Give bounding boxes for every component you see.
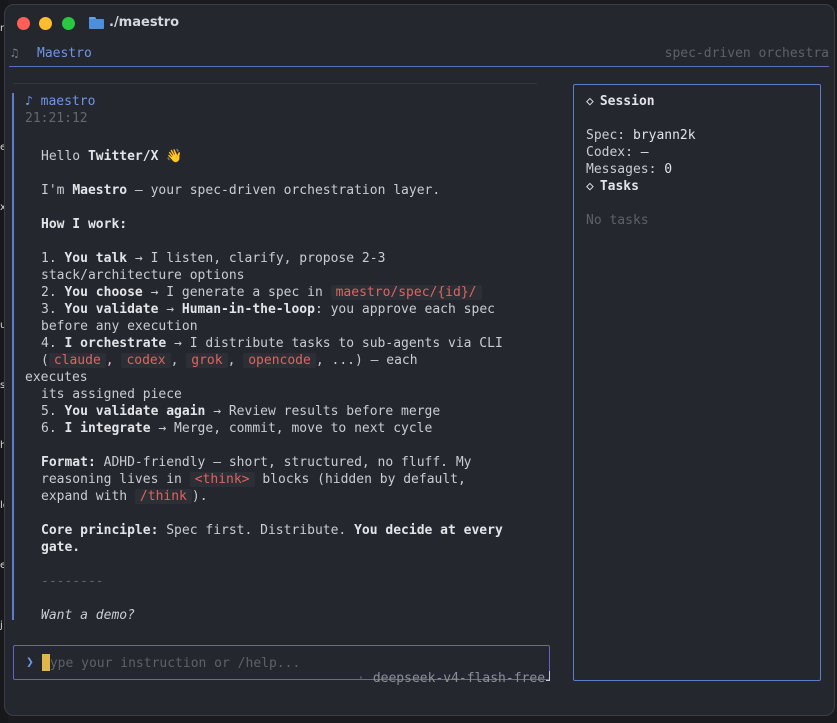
step-4-wrap: executes: [25, 370, 88, 385]
core-principle: Core principle: Spec first. Distribute. …: [41, 523, 503, 538]
prompt-chevron-icon: ❯: [26, 655, 34, 670]
session-messages: Messages: 0: [586, 162, 673, 177]
close-button[interactable]: [17, 17, 30, 30]
step-2: 2. You choose → I generate a spec in mae…: [41, 284, 482, 301]
music-note-icon: ♫: [11, 46, 19, 60]
model-name: deepseek-v4-flash-free: [372, 671, 546, 686]
intro-line: I'm Maestro — your spec-driven orchestra…: [41, 183, 441, 198]
window-title: ./maestro: [89, 15, 179, 30]
assistant-message: ♪ maestro 21:21:12 Hello Twitter/X 👋 I'm…: [12, 93, 536, 623]
closing-question: Want a demo?: [41, 608, 135, 623]
diamond-icon: ◇: [586, 94, 594, 109]
instruction-input[interactable]: [42, 654, 522, 672]
message-author: ♪ maestro: [25, 94, 96, 109]
diamond-icon: ◇: [586, 179, 594, 194]
step-4: 4. I orchestrate → I distribute tasks to…: [41, 336, 503, 351]
step-6: 6. I integrate → Merge, commit, move to …: [41, 421, 433, 436]
maximize-button[interactable]: [62, 17, 75, 30]
format-line-2: reasoning lives in <think> blocks (hidde…: [41, 472, 466, 487]
text-cursor: [42, 654, 50, 671]
wave-icon: 👋: [158, 149, 183, 164]
tasks-title: ◇ Tasks: [586, 179, 639, 194]
app-name: Maestro: [37, 46, 92, 61]
core-principle-cont: gate.: [41, 540, 81, 555]
window-title-text: ./maestro: [109, 15, 180, 30]
app-tagline: spec-driven orchestra: [664, 46, 829, 61]
session-title: ◇ Session: [586, 94, 655, 109]
how-title: How I work:: [41, 217, 128, 232]
greeting-line: Hello Twitter/X 👋: [41, 149, 183, 164]
step-4-cont: its assigned piece: [41, 387, 182, 402]
minimize-button[interactable]: [39, 17, 52, 30]
tasks-empty: No tasks: [586, 213, 649, 228]
title-bar[interactable]: ./maestro: [5, 5, 834, 41]
folder-icon: [89, 16, 104, 29]
chat-divider: [13, 83, 537, 84]
app-header: ♫ Maestro spec-driven orchestra: [9, 41, 829, 67]
step-3: 3. You validate → Human-in-the-loop: you…: [41, 302, 495, 317]
desktop-text-fragment: j: [0, 620, 3, 631]
session-panel: ◇ Session Spec: bryann2k Codex: — Message…: [573, 84, 821, 681]
step-1: 1. You talk → I listen, clarify, propose…: [41, 251, 386, 266]
format-line-3: expand with /think).: [41, 489, 208, 504]
format-line: Format: ADHD-friendly — short, structure…: [41, 455, 472, 470]
step-5: 5. You validate again → Review results b…: [41, 404, 441, 419]
message-divider: --------: [41, 574, 104, 589]
session-codex: Codex: —: [586, 145, 649, 160]
resize-corner: [546, 671, 550, 681]
step-1-cont: stack/architecture options: [41, 268, 245, 283]
step-4-agents: (claude, codex, grok, opencode, ...) — e…: [41, 353, 418, 368]
step-3-cont: before any execution: [41, 319, 198, 334]
session-spec: Spec: bryann2k: [586, 128, 696, 143]
terminal-window: ./maestro ♫ Maestro spec-driven orchestr…: [4, 4, 835, 716]
model-indicator: · deepseek-v4-flash-free: [357, 671, 546, 686]
message-timestamp: 21:21:12: [25, 111, 88, 126]
